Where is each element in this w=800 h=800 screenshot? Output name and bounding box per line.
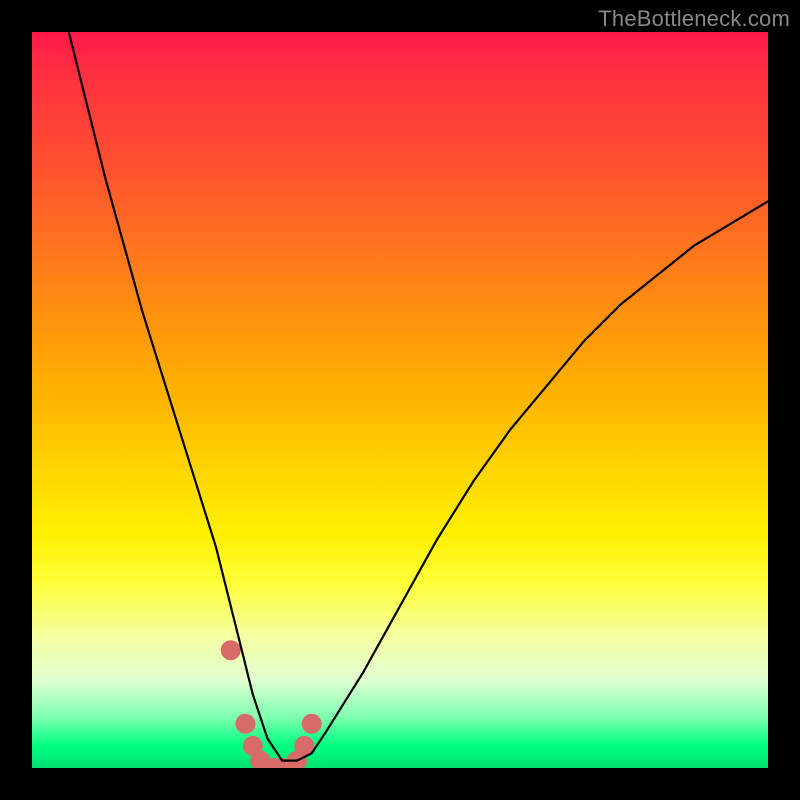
marker-group [221, 640, 322, 768]
marker-dot [302, 714, 322, 734]
curve-svg [32, 32, 768, 768]
plot-area [32, 32, 768, 768]
marker-dot [221, 640, 241, 660]
marker-dot [235, 714, 255, 734]
watermark-text: TheBottleneck.com [598, 6, 790, 32]
chart-frame: TheBottleneck.com [0, 0, 800, 800]
bottleneck-curve [69, 32, 768, 761]
